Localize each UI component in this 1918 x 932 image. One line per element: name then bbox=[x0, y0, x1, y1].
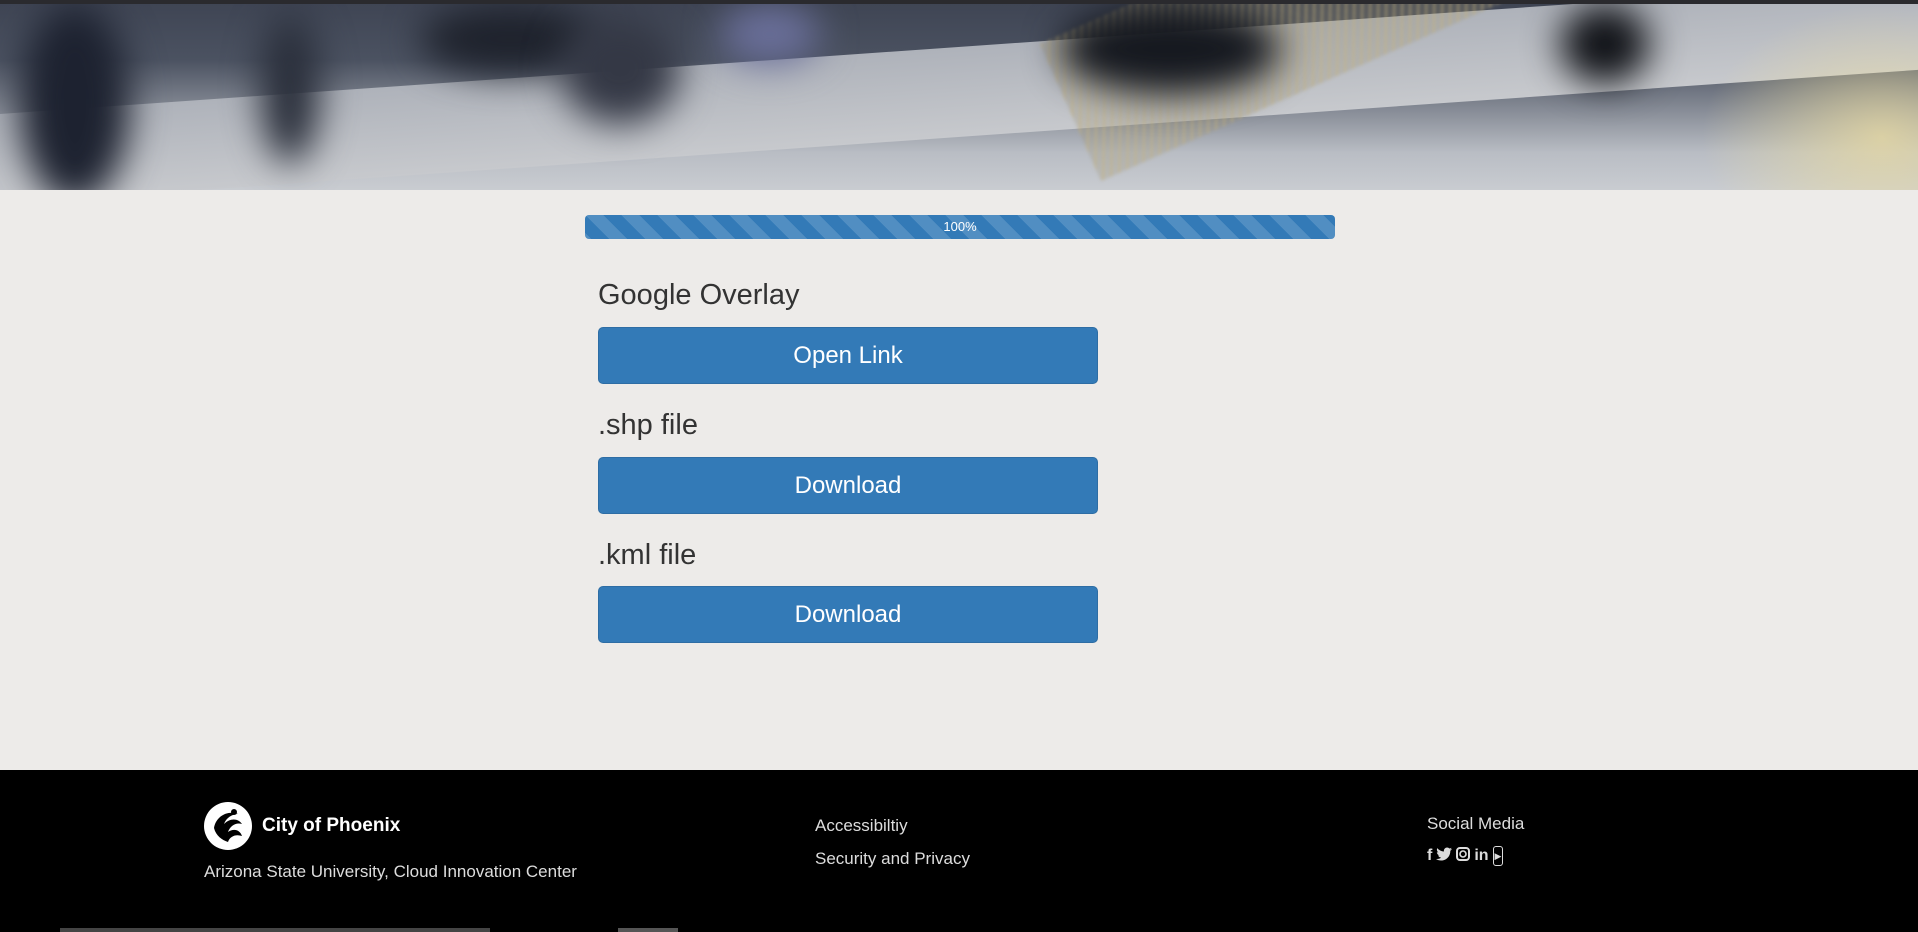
kml-file-title: .kml file bbox=[598, 538, 697, 571]
progress-fill: 100% bbox=[585, 215, 1335, 239]
shp-file-section: .shp file Download bbox=[598, 408, 1098, 514]
downloads-panel: Google Overlay Open Link .shp file Downl… bbox=[598, 278, 1098, 667]
hero-banner-image bbox=[0, 4, 1918, 190]
youtube-icon[interactable]: ▶ bbox=[1492, 846, 1504, 866]
scrollbar-thumb[interactable] bbox=[618, 928, 678, 932]
security-privacy-link[interactable]: Security and Privacy bbox=[815, 849, 970, 869]
brand-subtitle: Arizona State University, Cloud Innovati… bbox=[204, 862, 577, 881]
kml-download-button[interactable]: Download bbox=[598, 586, 1098, 644]
open-link-button[interactable]: Open Link bbox=[598, 326, 1098, 384]
phoenix-logo-icon bbox=[204, 802, 252, 850]
social-icons: f in ▶ bbox=[1427, 846, 1524, 866]
footer: City of Phoenix Arizona State University… bbox=[0, 770, 1918, 932]
linkedin-icon[interactable]: in bbox=[1474, 847, 1488, 865]
social-media: Social Media f in ▶ bbox=[1427, 814, 1524, 866]
google-overlay-title: Google Overlay bbox=[598, 279, 800, 311]
facebook-icon[interactable]: f bbox=[1427, 847, 1432, 865]
google-overlay-section: Google Overlay Open Link bbox=[598, 278, 1098, 384]
progress-bar: 100% bbox=[585, 215, 1335, 239]
twitter-icon[interactable] bbox=[1436, 847, 1453, 866]
accessibility-link[interactable]: Accessibiltiy bbox=[815, 816, 970, 836]
footer-links: Accessibiltiy Security and Privacy bbox=[815, 816, 970, 882]
scrollbar[interactable] bbox=[60, 928, 490, 932]
instagram-icon[interactable] bbox=[1456, 846, 1471, 866]
social-media-title: Social Media bbox=[1427, 814, 1525, 833]
kml-file-section: .kml file Download bbox=[598, 538, 1098, 644]
brand[interactable]: City of Phoenix bbox=[204, 802, 400, 850]
shp-download-button[interactable]: Download bbox=[598, 456, 1098, 514]
shp-file-title: .shp file bbox=[598, 408, 698, 441]
brand-name: City of Phoenix bbox=[262, 815, 401, 836]
